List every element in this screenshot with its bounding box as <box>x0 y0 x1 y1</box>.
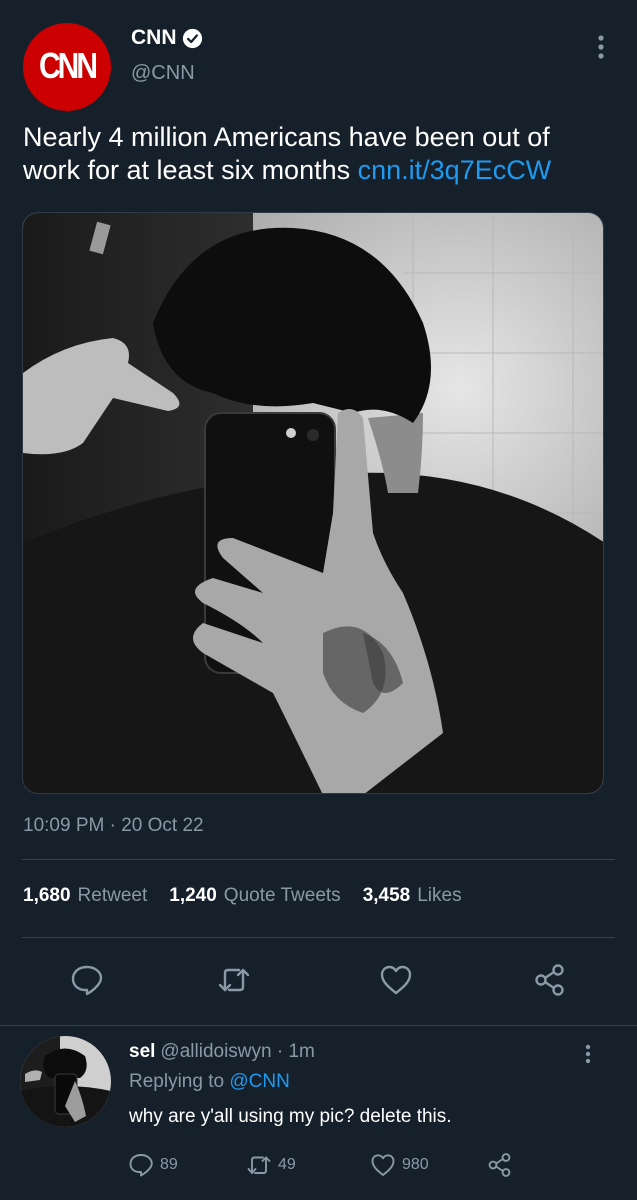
reply-retweet-count: 49 <box>278 1156 296 1173</box>
mirror-selfie-image <box>23 213 603 793</box>
reply-author-handle[interactable]: @allidoiswyn <box>160 1041 271 1062</box>
divider <box>22 859 615 860</box>
reply-icon[interactable] <box>70 963 104 997</box>
divider <box>22 937 615 938</box>
reply-reply-button[interactable]: 89 <box>128 1152 178 1178</box>
heart-icon[interactable] <box>379 963 413 997</box>
tweet-link[interactable]: cnn.it/3q7EcCW <box>358 155 552 185</box>
more-vertical-icon[interactable] <box>597 34 605 60</box>
cnn-logo: CNN <box>39 46 98 87</box>
more-vertical-icon[interactable] <box>585 1044 591 1064</box>
tweet-timestamp[interactable]: 10:09 PM · 20 Oct 22 <box>23 815 204 837</box>
reply-time[interactable]: · 1m <box>277 1041 315 1062</box>
reply-retweet-button[interactable]: 49 <box>246 1152 296 1178</box>
tweet-actions <box>0 953 637 1005</box>
reply-icon <box>129 1154 153 1177</box>
reply-avatar-image <box>20 1036 111 1127</box>
reply-actions: 89 49 980 <box>0 1152 637 1182</box>
reply-tweet[interactable]: sel @allidoiswyn · 1m Replying to @CNN wh… <box>0 1026 637 1200</box>
engagement-stats: 1,680 Retweet 1,240 Quote Tweets 3,458 Like… <box>23 885 484 907</box>
reply-author-name[interactable]: sel <box>129 1041 155 1062</box>
replying-prefix: Replying to <box>129 1071 230 1092</box>
reply-like-count: 980 <box>402 1156 429 1173</box>
quote-tweets-label: Quote Tweets <box>223 885 341 906</box>
reply-text: why are y'all using my pic? delete this. <box>129 1106 452 1127</box>
quote-tweets-stat[interactable]: 1,240 Quote Tweets <box>169 885 340 907</box>
replying-to: Replying to @CNN <box>129 1071 290 1093</box>
author-handle[interactable]: @CNN <box>131 62 195 85</box>
heart-icon <box>371 1154 395 1176</box>
retweet-icon[interactable] <box>217 963 251 997</box>
reply-author-avatar[interactable] <box>20 1036 111 1127</box>
retweets-label: Retweet <box>77 885 148 906</box>
likes-stat[interactable]: 3,458 Likes <box>363 885 462 907</box>
author-name[interactable]: CNN <box>131 26 177 50</box>
share-icon[interactable] <box>533 963 567 997</box>
likes-label: Likes <box>417 885 462 906</box>
reply-reply-count: 89 <box>160 1156 178 1173</box>
retweets-stat[interactable]: 1,680 Retweet <box>23 885 147 907</box>
share-icon <box>488 1153 511 1177</box>
retweet-icon <box>247 1156 271 1174</box>
author-avatar[interactable]: CNN <box>23 23 111 111</box>
reply-header: sel @allidoiswyn · 1m <box>129 1041 315 1063</box>
reply-like-button[interactable]: 980 <box>370 1152 429 1178</box>
author-name-row[interactable]: CNN <box>131 26 203 50</box>
verified-badge-icon <box>182 28 202 48</box>
retweets-count: 1,680 <box>23 885 71 906</box>
reply-share-button[interactable] <box>487 1152 513 1178</box>
tweet-text: Nearly 4 million Americans have been out… <box>23 121 613 187</box>
main-tweet: CNN CNN @CNN Nearly 4 million Americans … <box>0 0 637 1025</box>
quote-tweets-count: 1,240 <box>169 885 217 906</box>
likes-count: 3,458 <box>362 885 411 906</box>
replying-to-handle[interactable]: @CNN <box>229 1071 289 1092</box>
tweet-photo[interactable] <box>22 212 604 794</box>
